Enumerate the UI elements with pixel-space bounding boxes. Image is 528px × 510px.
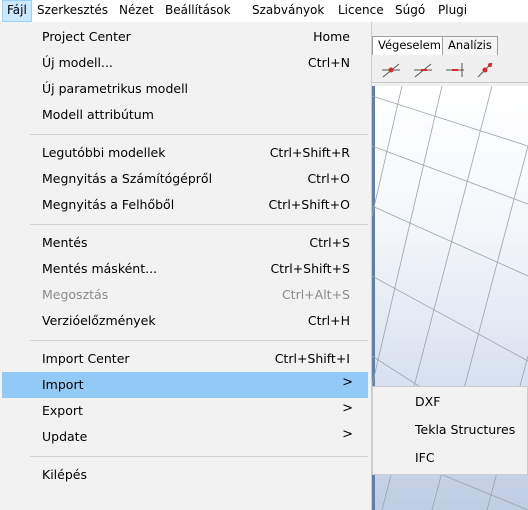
menu-item-label: Project Center	[42, 29, 131, 44]
menu-licence[interactable]: Licence	[334, 0, 388, 22]
menu-item-shortcut: Ctrl+Shift+S	[270, 261, 350, 276]
menu-item-save[interactable]: Mentés Ctrl+S	[2, 230, 368, 256]
tab-finite-element[interactable]: Végeselem	[372, 36, 447, 55]
menu-item-label: Mentés	[42, 235, 88, 250]
menu-item-label: Megosztás	[42, 287, 109, 302]
menu-item-label: Update	[42, 429, 88, 444]
menu-file[interactable]: Fájl	[2, 0, 32, 22]
menu-help[interactable]: Súgó	[391, 0, 429, 22]
menu-item-label: Import Center	[42, 351, 130, 366]
menu-item-shortcut: Ctrl+H	[307, 313, 350, 328]
menu-separator	[30, 456, 368, 457]
menu-edit[interactable]: Szerkesztés	[33, 0, 112, 22]
submenu-item-label: DXF	[415, 394, 441, 409]
toolbar	[372, 58, 528, 83]
menu-item-recent-models[interactable]: Legutóbbi modellek Ctrl+Shift+R	[2, 140, 368, 166]
horizontal-line-icon[interactable]	[444, 60, 466, 80]
menu-item-label: Export	[42, 403, 83, 418]
menu-item-model-attribute[interactable]: Modell attribútum	[2, 102, 368, 128]
file-menu: Project Center Home Új modell... Ctrl+N …	[0, 22, 372, 510]
menu-item-version-history[interactable]: Verzióelőzmények Ctrl+H	[2, 308, 368, 334]
menu-item-shortcut: Ctrl+S	[309, 235, 350, 250]
menu-settings[interactable]: Beállítások	[161, 0, 235, 22]
diagonal-line-icon[interactable]	[412, 60, 434, 80]
tab-analysis[interactable]: Analízis	[442, 36, 498, 55]
menu-item-label: Megnyitás a Felhőből	[42, 197, 175, 212]
menu-item-label: Kilépés	[42, 467, 87, 482]
menu-separator	[30, 224, 368, 225]
node-tool-icon[interactable]	[474, 60, 496, 80]
menu-item-save-as[interactable]: Mentés másként... Ctrl+Shift+S	[2, 256, 368, 282]
menu-item-label: Import	[42, 377, 84, 392]
menu-item-share: Megosztás Ctrl+Alt+S	[2, 282, 368, 308]
menu-item-open-cloud[interactable]: Megnyitás a Felhőből Ctrl+Shift+O	[2, 192, 368, 218]
menu-item-import[interactable]: Import >	[2, 372, 368, 398]
menu-item-shortcut: Ctrl+O	[307, 171, 350, 186]
menu-item-export[interactable]: Export >	[2, 398, 368, 424]
menu-item-shortcut: Ctrl+Shift+O	[268, 197, 350, 212]
chevron-right-icon: >	[342, 401, 353, 416]
menu-item-shortcut: Ctrl+Alt+S	[281, 287, 350, 302]
menu-item-label: Új parametrikus modell	[42, 81, 189, 96]
line-tool-icon[interactable]	[380, 60, 402, 80]
menu-item-shortcut: Ctrl+Shift+R	[269, 145, 350, 160]
import-submenu: DXF Tekla Structures IFC	[372, 386, 528, 475]
menu-standards[interactable]: Szabványok	[248, 0, 328, 22]
menu-bar: Fájl Szerkesztés Nézet Beállítások Szabv…	[0, 0, 528, 23]
submenu-item-tekla-structures[interactable]: Tekla Structures	[375, 417, 528, 443]
menu-item-label: Legutóbbi modellek	[42, 145, 166, 160]
menu-item-update[interactable]: Update >	[2, 424, 368, 450]
menu-plugins[interactable]: Plugi	[434, 0, 471, 22]
menu-item-shortcut: Ctrl+N	[307, 55, 350, 70]
menu-item-open-computer[interactable]: Megnyitás a Számítógépről Ctrl+O	[2, 166, 368, 192]
menu-item-label: Modell attribútum	[42, 107, 154, 122]
menu-item-shortcut: Ctrl+Shift+I	[274, 351, 350, 366]
menu-item-label: Mentés másként...	[42, 261, 158, 276]
menu-separator	[30, 134, 368, 135]
menu-item-import-center[interactable]: Import Center Ctrl+Shift+I	[2, 346, 368, 372]
menu-item-new-parametric-model[interactable]: Új parametrikus modell	[2, 76, 368, 102]
menu-item-exit[interactable]: Kilépés	[2, 462, 368, 488]
submenu-item-label: IFC	[415, 450, 435, 465]
menu-item-new-model[interactable]: Új modell... Ctrl+N	[2, 50, 368, 76]
menu-item-shortcut: Home	[313, 29, 350, 44]
menu-item-project-center[interactable]: Project Center Home	[2, 24, 368, 50]
menu-item-label: Megnyitás a Számítógépről	[42, 171, 213, 186]
chevron-right-icon: >	[342, 375, 353, 390]
menu-item-label: Verzióelőzmények	[42, 313, 156, 328]
menu-view[interactable]: Nézet	[115, 0, 158, 22]
menu-separator	[30, 340, 368, 341]
submenu-item-ifc[interactable]: IFC	[375, 445, 528, 471]
submenu-item-label: Tekla Structures	[415, 422, 516, 437]
submenu-item-dxf[interactable]: DXF	[375, 389, 528, 415]
chevron-right-icon: >	[342, 427, 353, 442]
menu-item-label: Új modell...	[42, 55, 113, 70]
